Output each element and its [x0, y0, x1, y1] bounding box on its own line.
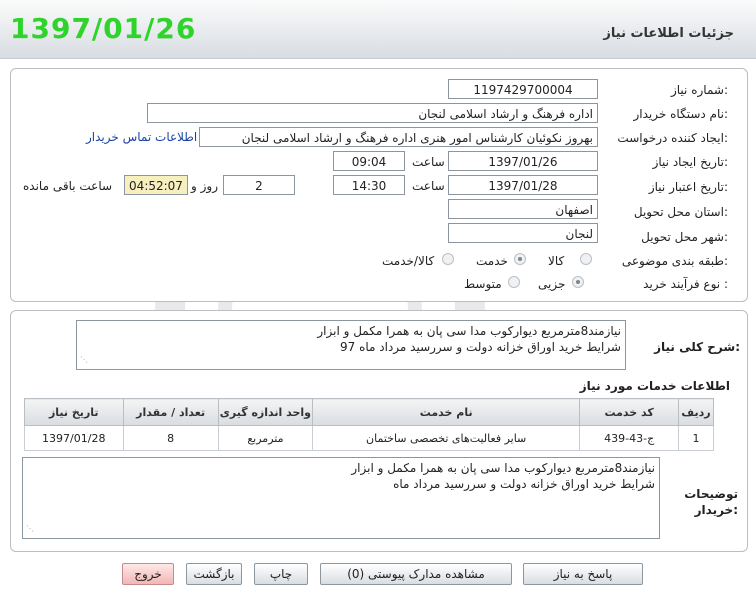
col-quantity: تعداد / مقدار — [122, 398, 219, 426]
need-number-field[interactable]: 1197429700004 — [448, 79, 598, 99]
buyer-org-field[interactable]: اداره فرهنگ و ارشاد اسلامی لنجان — [147, 103, 598, 123]
validity-date-label: تاریخ اعتبار نیاز: — [648, 180, 728, 194]
services-header-row: تاریخ نیاز تعداد / مقدار واحد اندازه گیر… — [24, 398, 714, 426]
process-option-medium: متوسط — [464, 277, 502, 291]
services-table: تاریخ نیاز تعداد / مقدار واحد اندازه گیر… — [24, 398, 714, 451]
description-line-2: شرایط خرید اوراق خزانه دولت و سررسید مرد… — [339, 340, 621, 354]
created-date-field[interactable]: 1397/01/26 — [448, 151, 598, 171]
col-service-code: کد خدمت — [579, 398, 680, 426]
validity-time-label: ساعت — [412, 179, 445, 193]
city-label: شهر محل تحویل: — [641, 230, 728, 244]
category-option-service: خدمت — [476, 254, 508, 268]
category-radio-goods-service[interactable] — [442, 253, 454, 265]
cell-unit: مترمربع — [217, 425, 314, 451]
buyer-notes-line-2: شرایط خرید اوراق خزانه دولت و سررسید مرد… — [393, 477, 655, 491]
time-remaining-field: 04:52:07 — [124, 175, 188, 195]
description-line-1: نیازمند8مترمربع دیوارکوب مدا سی پان به ه… — [317, 324, 621, 338]
col-need-date: تاریخ نیاز — [24, 398, 124, 426]
attachments-button[interactable]: مشاهده مدارک پیوستی (0) — [320, 563, 512, 585]
category-option-goods: کالا — [548, 254, 565, 268]
cell-quantity: 8 — [122, 425, 219, 451]
province-label: استان محل تحویل: — [633, 205, 728, 219]
table-row: 1397/01/28 8 مترمربع سایر فعالیت‌های تخص… — [24, 425, 714, 451]
requester-field[interactable]: بهروز نکوئیان کارشناس امور هنری اداره فر… — [199, 127, 598, 147]
process-radio-minor[interactable] — [572, 276, 584, 288]
category-radio-goods[interactable] — [580, 253, 592, 265]
header-date: 1397/01/26 — [10, 12, 197, 45]
time-remaining-label: ساعت باقی مانده — [23, 179, 113, 193]
col-row: ردیف — [678, 398, 714, 426]
requester-label: ایجاد کننده درخواست: — [617, 131, 728, 145]
category-option-goods-service: کالا/خدمت — [382, 254, 435, 268]
exit-button[interactable]: خروج — [122, 563, 174, 585]
validity-time-field[interactable]: 14:30 — [333, 175, 405, 195]
validity-date-field[interactable]: 1397/01/28 — [448, 175, 598, 195]
buyer-notes-label: توضیحات خریدار: — [684, 487, 738, 517]
description-textarea[interactable]: نیازمند8مترمربع دیوارکوب مدا سی پان به ه… — [76, 320, 626, 370]
services-title: اطلاعات خدمات مورد نیاز — [579, 379, 730, 393]
created-time-field[interactable]: 09:04 — [333, 151, 405, 171]
back-button[interactable]: بازگشت — [186, 563, 242, 585]
cell-need-date: 1397/01/28 — [24, 425, 124, 451]
days-remaining-field[interactable]: 2 — [223, 175, 295, 195]
category-radio-service[interactable] — [514, 253, 526, 265]
process-radio-medium[interactable] — [508, 276, 520, 288]
description-label: شرح کلی نیاز: — [654, 340, 740, 354]
days-label: روز و — [191, 179, 218, 193]
created-time-label: ساعت — [412, 155, 445, 169]
resize-grip-icon[interactable]: ⋰ — [80, 352, 88, 368]
print-button[interactable]: چاپ — [254, 563, 308, 585]
cell-service-name: سایر فعالیت‌های تخصصی ساختمان — [312, 425, 581, 451]
buyer-org-label: نام دستگاه خریدار: — [633, 107, 729, 121]
category-label: طبقه بندی موضوعی: — [621, 254, 728, 268]
province-field[interactable]: اصفهان — [448, 199, 598, 219]
city-field[interactable]: لنجان — [448, 223, 598, 243]
resize-grip-icon[interactable]: ⋰ — [26, 521, 34, 537]
process-option-minor: جزیی — [538, 277, 566, 291]
buyer-notes-line-1: نیازمند8مترمربع دیوارکوب مدا سی پان به ه… — [351, 461, 655, 475]
created-date-label: تاریخ ایجاد نیاز: — [652, 155, 728, 169]
reply-button[interactable]: پاسخ به نیاز — [523, 563, 643, 585]
page-title: جزئیات اطلاعات نیاز — [603, 26, 734, 41]
col-service-name: نام خدمت — [312, 398, 581, 426]
cell-service-code: ج-43-439 — [579, 425, 680, 451]
need-number-label: شماره نیاز: — [670, 83, 728, 97]
cell-row-number: 1 — [678, 425, 714, 451]
buyer-contact-link[interactable]: اطلاعات تماس خریدار — [86, 130, 197, 144]
col-unit: واحد اندازه گیری — [217, 398, 314, 426]
process-label: نوع فرآیند خرید : — [643, 277, 728, 291]
buyer-notes-textarea[interactable]: نیازمند8مترمربع دیوارکوب مدا سی پان به ه… — [22, 457, 660, 539]
